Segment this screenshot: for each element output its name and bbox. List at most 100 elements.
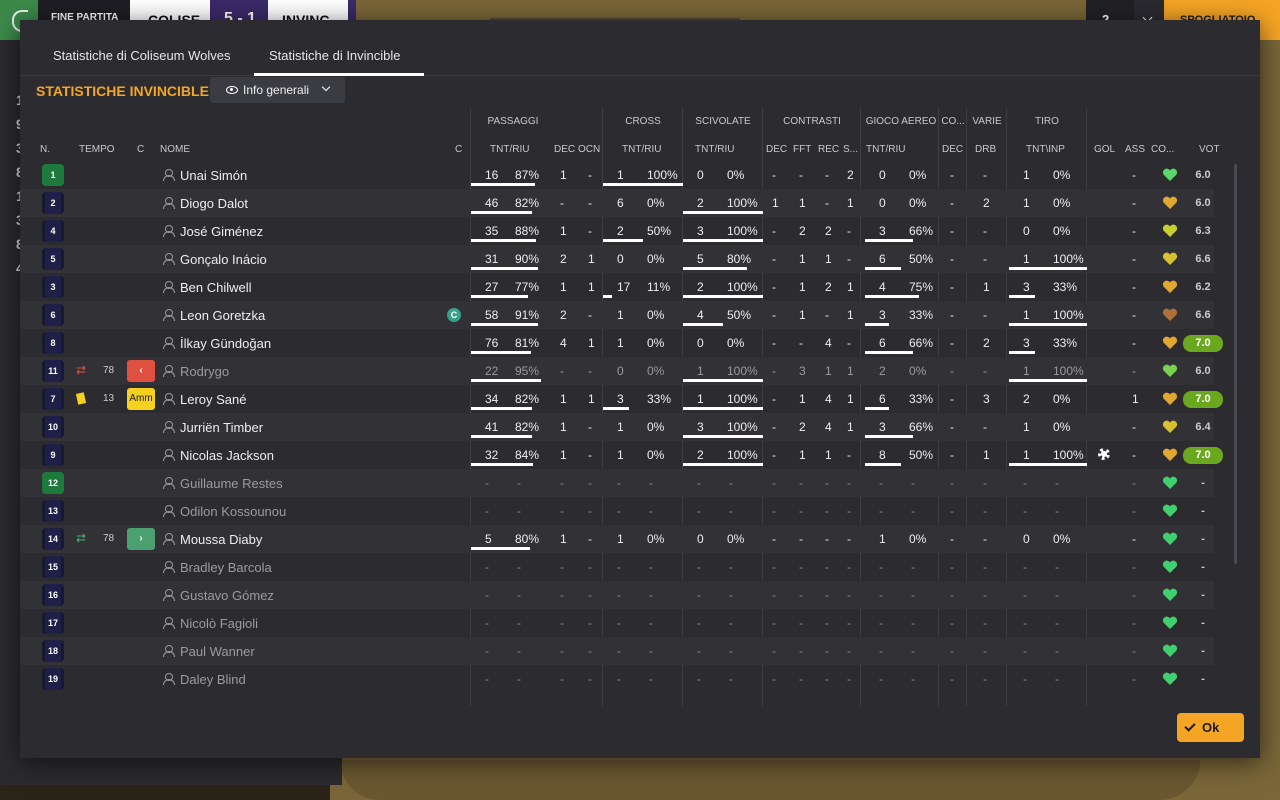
table-row[interactable]: 12 Guillaume Restes - - - - - - - - - - - - - - - - - - - - — [20, 469, 1214, 497]
player-name[interactable]: Odilon Kossounou — [180, 504, 286, 519]
table-row[interactable]: 8 İlkay Gündoğan 76 81% 4 1 1 0% 0 0% - -4-6 66% -2 3 3… — [20, 329, 1223, 357]
column-header[interactable]: CO... — [1151, 144, 1174, 155]
player-name[interactable]: Nicolò Fagioli — [180, 616, 258, 631]
column-header[interactable]: TNT/RIU — [490, 144, 529, 155]
player-avatar-icon — [163, 673, 175, 685]
crosses-attempts: 1 — [617, 420, 624, 434]
column-header[interactable]: OCN — [578, 144, 600, 155]
player-name[interactable]: Ben Chilwell — [180, 280, 252, 295]
ok-button[interactable]: Ok — [1177, 713, 1244, 742]
player-name[interactable]: Daley Blind — [180, 672, 246, 687]
table-row[interactable]: 18 Paul Wanner - - - - - - - - - - - - - - - - - - - - — [20, 637, 1214, 665]
column-header[interactable]: TNT\INP — [1026, 144, 1065, 155]
table-row[interactable]: 9 Nicolas Jackson 32 84% 1-1 0% 2 100% -1 1-8 50% -… — [20, 441, 1223, 469]
column-header[interactable]: TNT/RIU — [866, 144, 905, 155]
column-header[interactable]: DEC — [554, 144, 575, 155]
stat-cell: - — [911, 588, 915, 602]
crosses-bar — [603, 407, 629, 410]
passes-bar — [471, 211, 532, 214]
section-title: STATISTICHE INVINCIBLE — [36, 83, 209, 99]
minutes-played: 78 — [103, 533, 115, 544]
stat-cell: - — [697, 476, 701, 490]
table-row[interactable]: 10 Jurriën Timber 41 82% 1-1 0% 3 100% -2 4 1 3 66% -… — [20, 413, 1214, 441]
column-header[interactable]: DEC — [766, 144, 787, 155]
active-tab-indicator — [254, 73, 424, 76]
table-row[interactable]: 5 Gonçalo Inácio 31 90% 2 1 0 0% 5 80% -1 1-6 50% - -1… — [20, 245, 1214, 273]
player-name[interactable]: Paul Wanner — [180, 644, 255, 659]
player-name[interactable]: Nicolas Jackson — [180, 448, 274, 463]
column-header[interactable]: S... — [843, 144, 858, 155]
table-row[interactable]: 13 Odilon Kossounou - - - - - - - - - - - - - - - - - - - - — [20, 497, 1214, 525]
table-row[interactable]: 2 Diogo Dalot 46 82% - -6 0% 2 100% 1 1-1 0 0% -2 1 0% -… — [20, 189, 1214, 217]
condition-heart-icon — [1162, 672, 1178, 686]
player-name[interactable]: Leroy Sané — [180, 392, 247, 407]
column-header[interactable]: NOME — [160, 144, 190, 155]
column-header[interactable]: N. — [40, 144, 50, 155]
stat-dec: 1 — [560, 420, 567, 434]
player-name[interactable]: José Giménez — [180, 224, 263, 239]
stat-cell: - — [911, 476, 915, 490]
player-name[interactable]: Jurriën Timber — [180, 420, 263, 435]
tab-coliseum-stats[interactable]: Statistiche di Coliseum Wolves — [53, 48, 231, 63]
shots-percent: 33% — [1053, 336, 1078, 350]
shots-attempts: 0 — [1023, 532, 1030, 546]
stat-fft: 1 — [799, 252, 806, 266]
player-name[interactable]: Bradley Barcola — [180, 560, 272, 575]
table-row[interactable]: 17 Nicolò Fagioli - - - - - - - - - - - - - - - - - - - - — [20, 609, 1214, 637]
column-header[interactable]: VOT — [1199, 144, 1220, 155]
player-name[interactable]: İlkay Gündoğan — [180, 336, 271, 351]
stat-cdec: - — [772, 168, 776, 182]
table-row[interactable]: 7 13 Amm Leroy Sané 34 82% 1 1 3 33% 1 100% -1 4 1 6 33%… — [20, 385, 1223, 413]
column-header[interactable]: DRB — [975, 144, 996, 155]
stat-codec: - — [950, 532, 954, 546]
table-row[interactable]: 3 Ben Chilwell 27 77% 1 1 17 11% 2 100% -1 2 1 4 75% -1… — [20, 273, 1214, 301]
aerial-percent: 66% — [909, 336, 934, 350]
stat-cell: - — [729, 504, 733, 518]
player-name[interactable]: Leon Goretzka — [180, 308, 265, 323]
player-name[interactable]: Rodrygo — [180, 364, 229, 379]
player-name[interactable]: Moussa Diaby — [180, 532, 262, 547]
stat-s: 1 — [847, 364, 854, 378]
player-name[interactable]: Gonçalo Inácio — [180, 252, 267, 267]
table-scrollbar[interactable] — [1234, 164, 1237, 564]
column-header[interactable]: GOL — [1094, 144, 1115, 155]
column-header[interactable]: DEC — [942, 144, 963, 155]
player-name[interactable]: Unai Simón — [180, 168, 247, 183]
assists: - — [1132, 280, 1136, 294]
column-header[interactable]: TNT/RIU — [622, 144, 661, 155]
tackles-attempts: 2 — [697, 280, 704, 294]
table-row[interactable]: 11 ⇄ 78 ‹ Rodrygo 22 95% - -0 0% 1 100% -3 1 1 2 0% - -1 10… — [20, 357, 1214, 385]
stat-cell: - — [799, 588, 803, 602]
stat-cell: - — [729, 672, 733, 686]
stat-fft: - — [799, 336, 803, 350]
crosses-percent: 0% — [647, 420, 665, 434]
column-header[interactable]: ASS — [1125, 144, 1145, 155]
table-row[interactable]: 4 José Giménez 35 88% 1-2 50% 3 100% -2 2-3 66% - -0… — [20, 217, 1214, 245]
tab-invincible-stats[interactable]: Statistiche di Invincible — [269, 48, 401, 63]
table-row[interactable]: 16 Gustavo Gómez - - - - - - - - - - - - - - - - - - - - — [20, 581, 1214, 609]
player-name[interactable]: Diogo Dalot — [180, 196, 248, 211]
player-name[interactable]: Gustavo Gómez — [180, 588, 274, 603]
column-header[interactable]: FFT — [793, 144, 811, 155]
column-header[interactable]: TNT/RIU — [695, 144, 734, 155]
column-header[interactable]: C — [137, 144, 144, 155]
player-avatar-icon — [163, 505, 175, 517]
table-row[interactable]: 1 Unai Simón 16 87% 1 - 1 100% 0 0% - - - 2 0 0% - - 1 0% - 6… — [20, 161, 1214, 189]
column-header[interactable]: TEMPO — [79, 144, 115, 155]
stat-ocn: - — [588, 224, 592, 238]
column-header[interactable]: C — [455, 144, 462, 155]
table-row[interactable]: 15 Bradley Barcola - - - - - - - - - - - - - - - - - - - - — [20, 553, 1214, 581]
column-header[interactable]: REC — [818, 144, 839, 155]
view-select[interactable]: Info generali — [210, 77, 345, 103]
stat-rec: 1 — [825, 252, 832, 266]
table-row[interactable]: 6 Leon Goretzka C 58 91% 2 - 1 0% 4 50% - 1 - 1 3 33% - - 1… — [20, 301, 1214, 329]
passes-percent: 84% — [515, 448, 540, 462]
assists: - — [1132, 616, 1136, 630]
player-avatar-icon — [163, 589, 175, 601]
player-avatar-icon — [163, 169, 175, 181]
table-row[interactable]: 14 ⇄ 78 › Moussa Diaby 5 80% 1 - 1 0% 0 0% - - - - 1 0% - - 0… — [20, 525, 1214, 553]
table-row[interactable]: 19 Daley Blind - - - - - - - - - - - - - - - - - - - - — [20, 665, 1214, 693]
shirt-number-badge: 5 — [42, 248, 64, 270]
crosses-percent: 0% — [647, 252, 665, 266]
player-name[interactable]: Guillaume Restes — [180, 476, 283, 491]
